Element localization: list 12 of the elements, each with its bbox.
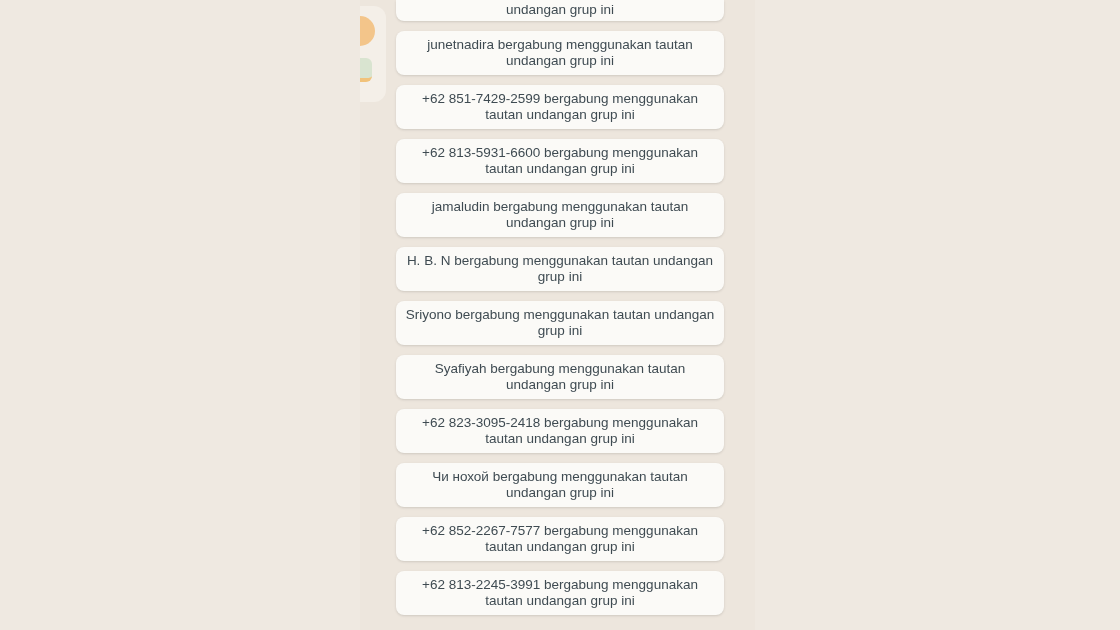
system-message: Sriyono bergabung menggunakan tautan undangan grup ini: [396, 301, 724, 345]
system-message: Чи нохой bergabung menggunakan tautan undangan grup ini: [396, 463, 724, 507]
system-message: +62 852-2267-7577 bergabung menggunakan tautan undangan grup ini: [396, 517, 724, 561]
system-message: H. B. N bergabung menggunakan tautan undangan grup ini: [396, 247, 724, 291]
system-message: +62 823-3095-2418 bergabung menggunakan tautan undangan grup ini: [396, 409, 724, 453]
system-message: Syafiyah bergabung menggunakan tautan undangan grup ini: [396, 355, 724, 399]
system-message: +62 813-2245-3991 bergabung menggunakan tautan undangan grup ini: [396, 571, 724, 615]
system-message: +62 851-7429-2599 bergabung menggunakan tautan undangan grup ini: [396, 85, 724, 129]
system-message: junetnadira bergabung menggunakan tautan undangan grup ini: [396, 31, 724, 75]
system-message: jamaludin bergabung menggunakan tautan undangan grup ini: [396, 193, 724, 237]
system-message: +62 813-5931-6600 bergabung menggunakan tautan undangan grup ini: [396, 139, 724, 183]
system-message: undangan grup ini: [396, 0, 724, 21]
